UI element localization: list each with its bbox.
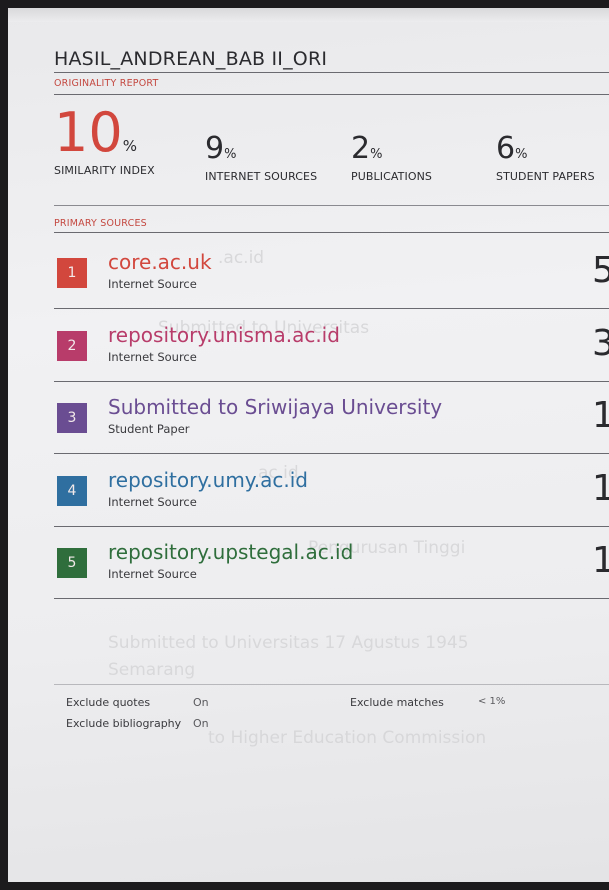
show-through-text: Submitted to Universitas 17 Agustus 1945 [108,633,469,653]
publications-value: 2 [351,131,371,166]
source-rank-badge: 4 [57,475,87,506]
title-rule [54,72,609,73]
source-type: Internet Source [108,494,197,509]
source-rank-badge: 1 [57,258,87,288]
similarity-index-value: 10 [54,101,123,164]
internet-sources-stat: 9% INTERNET SOURCES [205,131,318,184]
source-rank-badge: 5 [57,548,87,578]
page-top-band [8,8,609,22]
exclude-quotes-label: Exclude quotes [66,696,151,709]
originality-report-label: ORIGINALITY REPORT [54,78,159,89]
exclude-quotes-value: On [193,696,209,709]
stats-rule [54,205,609,206]
source-row: 4 repository.umy.ac.id Internet Source 1 [8,454,609,527]
source-name: Submitted to Sriwijaya University [108,395,443,419]
internet-sources-value: 9 [205,131,225,166]
percent-sign: % [224,147,237,162]
similarity-index-label: SIMILARITY INDEX [54,164,155,177]
percent-sign: % [515,147,528,162]
show-through-text: Semarang [108,660,196,680]
publications-stat: 2% PUBLICATIONS [351,131,432,184]
source-name: repository.umy.ac.id [108,467,308,492]
source-percent: 1 [592,395,609,436]
student-papers-value: 6 [496,131,516,166]
report-page: .ac.id Submitted to Universitas ac.id Pe… [8,8,609,882]
footer-rule [54,684,609,685]
exclude-bibliography-label: Exclude bibliography [66,717,182,730]
percent-sign: % [370,147,383,162]
source-row: 2 repository.unisma.ac.id Internet Source 3 [8,309,609,382]
percent-sign: % [122,137,137,155]
internet-sources-label: INTERNET SOURCES [205,170,318,183]
source-row: 1 core.ac.uk Internet Source 5 [8,236,609,309]
document-title: HASIL_ANDREAN_BAB II_ORI [54,48,328,70]
source-name: repository.upstegal.ac.id [108,540,354,564]
source-type: Internet Source [108,567,197,581]
source-percent: 3 [592,322,609,364]
publications-label: PUBLICATIONS [351,170,432,183]
student-papers-label: STUDENT PAPERS [496,170,595,183]
originality-rule [54,94,609,95]
source-rank-badge: 3 [57,403,87,433]
student-papers-stat: 6% STUDENT PAPERS [496,131,595,184]
source-row: 5 repository.upstegal.ac.id Internet Sourc… [8,526,609,599]
exclude-matches-label: Exclude matches [350,696,444,709]
show-through-text: to Higher Education Commission [208,728,487,748]
source-type: Internet Source [108,277,197,291]
source-name: core.ac.uk [108,250,212,274]
exclude-bibliography-value: On [193,717,209,730]
source-row-rule [54,598,609,599]
source-name: repository.unisma.ac.id [108,322,340,347]
source-rank-badge: 2 [57,330,87,361]
source-percent: 5 [592,250,609,291]
source-percent: 1 [592,540,609,581]
source-percent: 1 [592,467,609,509]
source-type: Internet Source [108,349,197,364]
exclude-matches-value: < 1% [478,696,506,707]
primary-sources-rule [54,232,609,233]
similarity-index-stat: 10% SIMILARITY INDEX [54,106,155,178]
source-row: 3 Submitted to Sriwijaya University Studen… [8,381,609,454]
source-type: Student Paper [108,422,190,436]
primary-sources-label: PRIMARY SOURCES [54,218,147,229]
